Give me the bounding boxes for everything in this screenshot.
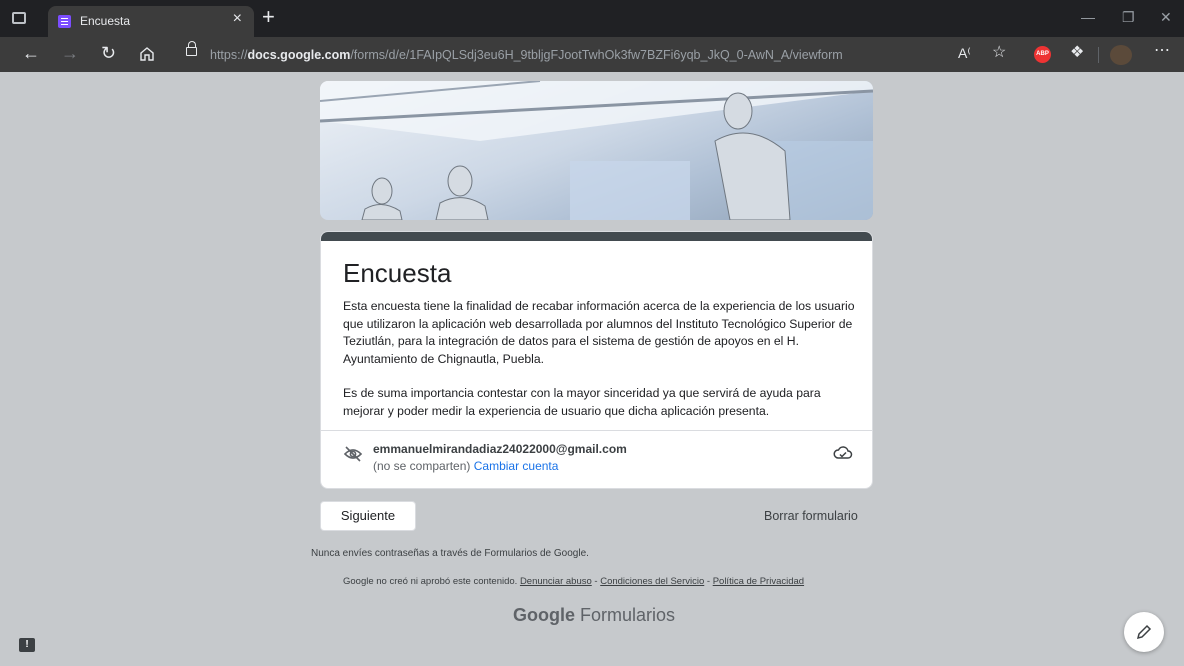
- google-forms-logo[interactable]: Google Formularios: [513, 605, 675, 626]
- feedback-icon[interactable]: !: [19, 638, 35, 652]
- back-icon[interactable]: ←: [22, 44, 40, 62]
- more-icon[interactable]: ⋯: [1154, 43, 1170, 59]
- terms-link[interactable]: Condiciones del Servicio: [600, 576, 704, 587]
- report-abuse-link[interactable]: Denunciar abuso: [520, 576, 592, 587]
- new-tab-button[interactable]: +: [262, 6, 275, 28]
- toolbar-separator: [1098, 47, 1099, 63]
- forward-icon[interactable]: →: [61, 44, 79, 62]
- adblock-plus-icon[interactable]: ABP: [1034, 46, 1051, 63]
- tab-actions-icon[interactable]: [12, 12, 26, 24]
- url-text: https://docs.google.com/forms/d/e/1FAIpQ…: [210, 48, 843, 62]
- password-warning: Nunca envíes contraseñas a través de For…: [311, 548, 589, 559]
- window-close-icon[interactable]: ✕: [1160, 10, 1172, 24]
- form-title: Encuesta: [343, 258, 452, 288]
- privacy-link[interactable]: Política de Privacidad: [713, 576, 804, 587]
- browser-tab-bar: Encuesta × + — ❐ ✕: [0, 0, 1184, 37]
- forms-favicon-icon: [58, 15, 71, 28]
- next-button[interactable]: Siguiente: [320, 501, 416, 531]
- footer-disclaimer: Google no creó ni aprobó este contenido.…: [343, 576, 805, 587]
- not-shared-icon: [343, 445, 363, 468]
- tab-close-icon[interactable]: ×: [233, 11, 242, 27]
- form-description-paragraph: Es de suma importancia contestar con la …: [343, 386, 821, 418]
- address-bar[interactable]: https://docs.google.com/forms/d/e/1FAIpQ…: [174, 41, 992, 68]
- cloud-saved-icon: [833, 445, 853, 466]
- favorites-icon[interactable]: ☆: [992, 45, 1006, 61]
- profile-avatar[interactable]: [1110, 45, 1132, 65]
- theme-accent-bar: [321, 232, 872, 241]
- edit-fab-button[interactable]: [1124, 612, 1164, 652]
- pencil-icon: [1136, 624, 1152, 640]
- browser-toolbar: ← → ↻ https://docs.google.com/forms/d/e/…: [0, 37, 1184, 72]
- refresh-icon[interactable]: ↻: [101, 44, 116, 62]
- divider: [321, 430, 872, 431]
- account-email: emmanuelmirandadiaz24022000@gmail.com: [373, 442, 627, 456]
- form-description-paragraph: Esta encuesta tiene la finalidad de reca…: [343, 299, 855, 366]
- read-aloud-icon[interactable]: A⁽: [958, 46, 971, 60]
- lock-icon[interactable]: [186, 41, 197, 56]
- account-note: (no se comparten) Cambiar cuenta: [373, 459, 559, 473]
- minimize-icon[interactable]: —: [1081, 10, 1095, 24]
- home-icon[interactable]: [139, 46, 155, 64]
- disclaimer-text: Google no creó ni aprobó este contenido.: [343, 576, 518, 587]
- form-header-image: [320, 81, 873, 220]
- browser-tab[interactable]: Encuesta ×: [48, 6, 254, 37]
- clear-form-button[interactable]: Borrar formulario: [764, 509, 858, 523]
- extensions-icon[interactable]: ❖: [1070, 45, 1084, 61]
- change-account-link[interactable]: Cambiar cuenta: [474, 459, 559, 473]
- restore-icon[interactable]: ❐: [1122, 10, 1135, 24]
- tab-title: Encuesta: [80, 14, 131, 28]
- form-intro-card: Encuesta Esta encuesta tiene la finalida…: [320, 231, 873, 489]
- form-description: Esta encuesta tiene la finalidad de reca…: [343, 298, 855, 420]
